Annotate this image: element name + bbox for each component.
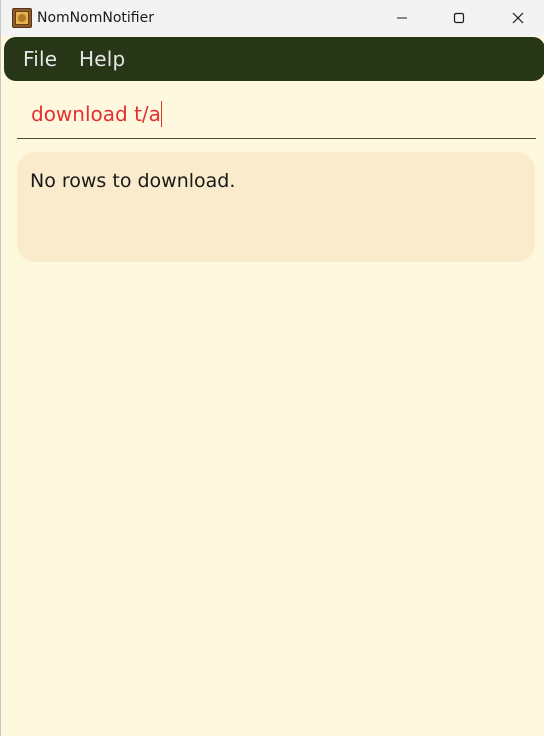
close-icon <box>512 12 524 24</box>
minimize-button[interactable] <box>379 0 425 36</box>
window-title: NomNomNotifier <box>37 10 154 26</box>
menu-help[interactable]: Help <box>79 47 125 71</box>
app-window: NomNomNotifier File Help download t/a No… <box>0 0 544 736</box>
result-display: No rows to download. <box>17 152 535 262</box>
maximize-icon <box>453 12 465 24</box>
menu-bar: File Help <box>4 37 544 81</box>
title-bar[interactable]: NomNomNotifier <box>1 0 544 36</box>
maximize-button[interactable] <box>436 0 482 36</box>
command-value: download t/a <box>31 102 161 126</box>
command-input-text: download t/a <box>31 101 163 127</box>
command-input[interactable]: download t/a <box>17 93 536 139</box>
close-button[interactable] <box>495 0 541 36</box>
text-caret <box>160 101 163 127</box>
menu-file[interactable]: File <box>23 47 57 71</box>
result-message: No rows to download. <box>30 170 236 192</box>
minimize-icon <box>397 17 407 19</box>
app-logo-icon <box>12 8 32 28</box>
